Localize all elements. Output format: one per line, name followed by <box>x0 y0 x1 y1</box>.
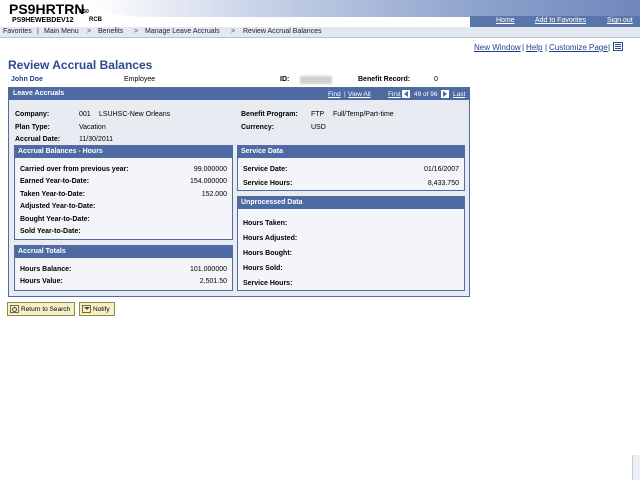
plan-type-value: Vacation <box>79 124 106 131</box>
utility-separator: | <box>545 43 548 52</box>
currency-label: Currency: <box>241 124 275 131</box>
help-link[interactable]: Help <box>526 43 542 52</box>
accrual-balances-title: Accrual Balances - Hours <box>18 148 103 155</box>
employee-id-redacted <box>300 76 332 84</box>
breadcrumb-main-menu[interactable]: Main Menu <box>44 28 79 35</box>
earned-ytd-label: Earned Year-to-Date: <box>20 178 90 185</box>
first-link[interactable]: First <box>388 91 401 98</box>
carried-over-label: Carried over from previous year: <box>20 166 129 173</box>
find-link[interactable]: Find <box>328 91 341 98</box>
earned-ytd-value: 154.000000 <box>190 178 227 185</box>
service-data-header: Service Data <box>238 146 464 158</box>
unprocessed-hours-taken-label: Hours Taken: <box>243 220 288 227</box>
employee-role: Employee <box>124 76 156 83</box>
hours-value-value: 2,501.50 <box>199 278 227 285</box>
service-hours-value: 8,433.750 <box>427 180 459 187</box>
hours-value-label: Hours Value: <box>20 278 63 285</box>
accrual-balances-box: Accrual Balances - Hours Carried over fr… <box>14 145 233 240</box>
unprocessed-data-title: Unprocessed Data <box>241 199 303 206</box>
home-link[interactable]: Home <box>496 17 515 24</box>
notify-button[interactable]: Notify <box>79 302 115 316</box>
leave-accruals-group: Leave Accruals Find | View All First 49 … <box>8 87 470 297</box>
server-suffix: RCB <box>89 17 102 23</box>
accrual-totals-box: Accrual Totals Hours Balance: 101.000000… <box>14 245 233 291</box>
window-scrollbar[interactable] <box>632 455 640 480</box>
unprocessed-data-header: Unprocessed Data <box>238 197 464 209</box>
currency-value: USD <box>311 124 326 131</box>
benefit-program-name: Full/Temp/Part-time <box>333 111 394 118</box>
header-links: Home Add to Favorites Sign out <box>470 16 640 27</box>
benefit-program-label: Benefit Program: <box>241 111 298 118</box>
bought-ytd-label: Bought Year-to-Date: <box>20 216 90 223</box>
employee-name: John Doe <box>11 76 43 83</box>
utility-separator: | <box>522 43 525 52</box>
leave-accruals-title: Leave Accruals <box>13 90 65 97</box>
nav-separator: | <box>344 91 346 98</box>
service-date-value: 01/16/2007 <box>423 166 459 173</box>
return-to-search-label: Return to Search <box>21 305 71 313</box>
unprocessed-service-hours-label: Service Hours: <box>243 280 293 287</box>
sign-out-link[interactable]: Sign out <box>607 17 633 24</box>
company-name: LSUHSC-New Orleans <box>99 111 171 118</box>
hours-balance-label: Hours Balance: <box>20 266 72 273</box>
hours-balance-value: 101.000000 <box>190 266 227 273</box>
search-icon <box>10 305 19 313</box>
company-label: Company: <box>15 111 50 118</box>
benefit-record-value: 0 <box>434 76 438 83</box>
server-name: PS9HEWEBDEV12 <box>12 17 74 24</box>
breadcrumb-favorites[interactable]: Favorites <box>3 28 32 35</box>
return-to-search-button[interactable]: Return to Search <box>7 302 75 316</box>
unprocessed-hours-adjusted-label: Hours Adjusted: <box>243 235 298 242</box>
unprocessed-hours-sold-label: Hours Sold: <box>243 265 283 272</box>
accrual-date-value: 11/30/2011 <box>79 136 113 143</box>
breadcrumb-separator: > <box>87 28 92 35</box>
breadcrumb-separator: > <box>134 28 139 35</box>
http-icon[interactable] <box>613 42 623 51</box>
new-window-link[interactable]: New Window <box>474 43 521 52</box>
carried-over-value: 99.000000 <box>193 166 227 173</box>
header-banner <box>90 0 640 17</box>
last-link[interactable]: Last <box>453 91 465 98</box>
plan-type-label: Plan Type: <box>15 124 50 131</box>
unprocessed-data-box: Unprocessed Data Hours Taken: Hours Adju… <box>237 196 465 291</box>
accrual-totals-header: Accrual Totals <box>15 246 232 258</box>
next-arrow-icon[interactable] <box>441 90 449 98</box>
breadcrumb-review-accrual-balances: Review Accrual Balances <box>243 28 322 35</box>
previous-arrow-icon[interactable] <box>402 90 410 98</box>
unprocessed-hours-bought-label: Hours Bought: <box>243 250 292 257</box>
accrual-totals-title: Accrual Totals <box>18 248 66 255</box>
breadcrumb-benefits[interactable]: Benefits <box>98 28 123 35</box>
app-version: 8.50 <box>79 9 89 15</box>
sold-ytd-label: Sold Year-to-Date: <box>20 228 81 235</box>
row-position: 49 of 96 <box>414 91 438 98</box>
taken-ytd-value: 152.000 <box>201 191 227 198</box>
leave-accruals-header: Leave Accruals Find | View All First 49 … <box>9 88 469 100</box>
add-to-favorites-link[interactable]: Add to Favorites <box>535 17 586 24</box>
accrual-balances-header: Accrual Balances - Hours <box>15 146 232 158</box>
utility-separator: | <box>608 43 611 52</box>
customize-page-link[interactable]: Customize Page <box>549 43 608 52</box>
app-header: PS9HRTRN 8.50 PS9HEWEBDEV12 RCB Home Add… <box>0 0 640 27</box>
service-hours-label: Service Hours: <box>243 180 293 187</box>
taken-ytd-label: Taken Year-to-Date: <box>20 191 86 198</box>
accrual-date-label: Accrual Date: <box>15 136 61 143</box>
app-title: PS9HRTRN <box>9 1 85 17</box>
service-date-label: Service Date: <box>243 166 288 173</box>
notify-icon <box>82 305 91 313</box>
notify-label: Notify <box>93 305 110 313</box>
view-all-link[interactable]: View All <box>348 91 371 98</box>
company-code: 001 <box>79 111 91 118</box>
breadcrumb-separator: > <box>231 28 236 35</box>
service-data-box: Service Data Service Date: 01/16/2007 Se… <box>237 145 465 191</box>
id-label: ID: <box>280 76 290 83</box>
benefit-program-code: FTP <box>311 111 325 118</box>
page-title: Review Accrual Balances <box>8 58 153 72</box>
service-data-title: Service Data <box>241 148 284 155</box>
benefit-record-label: Benefit Record: <box>358 76 411 83</box>
adjusted-ytd-label: Adjusted Year-to-Date: <box>20 203 96 210</box>
breadcrumb-manage-leave-accruals[interactable]: Manage Leave Accruals <box>145 28 220 35</box>
breadcrumb-separator: | <box>37 28 39 35</box>
breadcrumb: Favorites | Main Menu > Benefits > Manag… <box>0 27 640 38</box>
